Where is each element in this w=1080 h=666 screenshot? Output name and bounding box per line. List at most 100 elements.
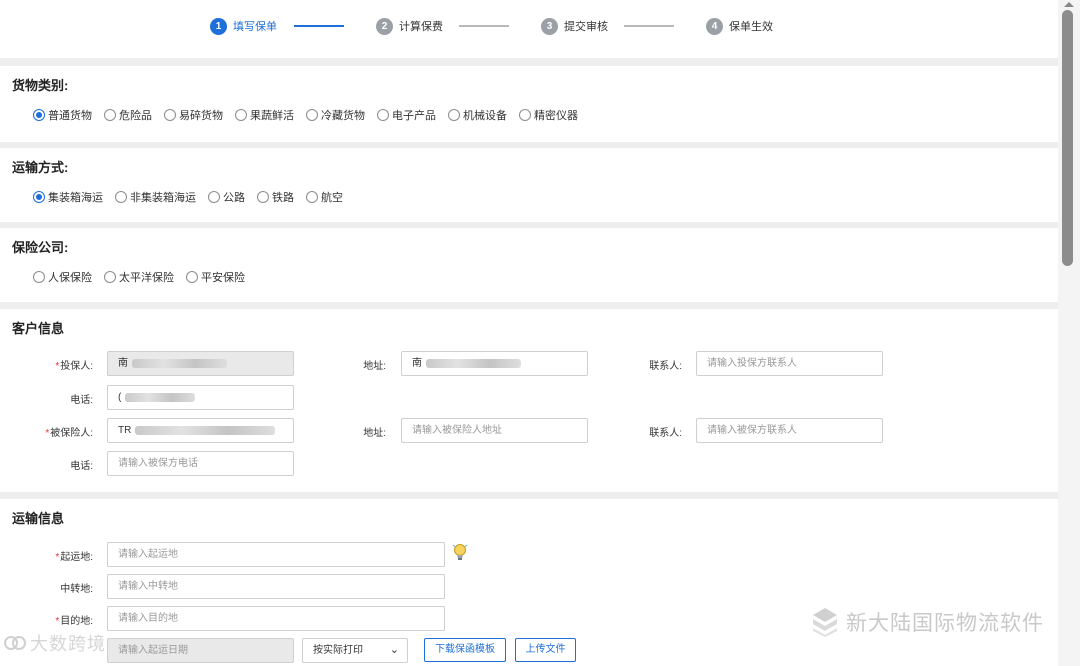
step-policy-effective[interactable]: 4 保单生效 [706, 17, 773, 35]
lightbulb-icon[interactable] [452, 543, 468, 563]
radio-rail[interactable]: 铁路 [257, 189, 294, 205]
policyholder-phone-label: 电话: [70, 395, 93, 406]
radio-precision-instruments[interactable]: 精密仪器 [519, 107, 578, 123]
step-label: 保单生效 [729, 21, 773, 33]
policyholder-field[interactable]: 南 [107, 351, 294, 376]
radio-general-cargo[interactable]: 普通货物 [33, 107, 92, 123]
step-connector [624, 25, 674, 27]
insured-phone-field[interactable]: 请输入被保方电话 [107, 451, 294, 476]
radio-picc[interactable]: 人保保险 [33, 269, 92, 285]
step-fill-policy[interactable]: 1 填写保单 [210, 17, 277, 35]
policyholder-contact-field[interactable]: 请输入投保方联系人 [696, 351, 883, 376]
section-title: 保险公司: [12, 240, 69, 255]
radio-label: 冷藏货物 [321, 110, 365, 122]
watermark-text: 大数跨境 [30, 634, 106, 654]
insured-field[interactable]: TR [107, 418, 294, 443]
page: 1 填写保单 2 计算保费 3 提交审核 4 保单生效 货物类别: 普通货物 危… [0, 0, 1058, 666]
watermark-text: 新大陆国际物流软件 [846, 612, 1044, 635]
redacted-text [135, 425, 276, 435]
download-template-button[interactable]: 下载保函模板 [424, 638, 506, 662]
scroll-up-arrow-icon[interactable] [1064, 2, 1074, 7]
radio-label: 人保保险 [48, 272, 92, 284]
radio-label: 机械设备 [463, 110, 507, 122]
transit-field[interactable]: 请输入中转地 [107, 574, 445, 599]
radio-dot [448, 109, 460, 121]
scrollbar-thumb[interactable] [1062, 10, 1073, 266]
watermark-source: 大数跨境 [4, 630, 106, 656]
policyholder-address-field[interactable]: 南 [401, 351, 588, 376]
step-number: 4 [706, 17, 723, 35]
radio-dot [519, 109, 531, 121]
redacted-text [132, 358, 227, 368]
radio-dot [33, 109, 45, 121]
radio-label: 普通货物 [48, 110, 92, 122]
policyholder-phone-field[interactable]: ( [107, 385, 294, 410]
insured-phone-label: 电话: [70, 461, 93, 472]
transit-label: 中转地: [60, 584, 93, 595]
step-connector [459, 25, 509, 27]
radio-dot [235, 109, 247, 121]
radio-electronics[interactable]: 电子产品 [377, 107, 436, 123]
radio-fresh-produce[interactable]: 果蔬鲜活 [235, 107, 294, 123]
radio-dot [164, 109, 176, 121]
transport-mode-section: 运输方式: 集装箱海运 非集装箱海运 公路 铁路 航空 [0, 148, 1058, 222]
section-title: 运输方式: [12, 160, 69, 175]
step-number: 2 [376, 17, 393, 35]
radio-label: 铁路 [272, 192, 294, 204]
radio-label: 公路 [223, 192, 245, 204]
radio-refrigerated[interactable]: 冷藏货物 [306, 107, 365, 123]
radio-dot [186, 271, 198, 283]
section-title: 客户信息 [12, 321, 65, 336]
customer-info-section: 客户信息 *投保人: 南 地址: 南 联系人: 请输入投保方联系人 电话: ( … [0, 309, 1058, 492]
radio-air[interactable]: 航空 [306, 189, 343, 205]
step-label: 提交审核 [564, 21, 608, 33]
insured-contact-label: 联系人: [649, 428, 682, 439]
step-calc-premium[interactable]: 2 计算保费 [376, 17, 443, 35]
policyholder-address-label: 地址: [363, 361, 386, 372]
radio-dot [306, 109, 318, 121]
radio-cpic[interactable]: 太平洋保险 [104, 269, 174, 285]
radio-road[interactable]: 公路 [208, 189, 245, 205]
insured-contact-field[interactable]: 请输入被保方联系人 [696, 418, 883, 443]
cargo-radio-group: 普通货物 危险品 易碎货物 果蔬鲜活 冷藏货物 电子产品 机械设备 精密仪器 [33, 107, 590, 123]
radio-non-container-sea[interactable]: 非集装箱海运 [115, 189, 196, 205]
destination-label: *目的地: [55, 616, 93, 627]
origin-label: *起运地: [55, 552, 93, 563]
redacted-text [125, 392, 196, 402]
radio-label: 太平洋保险 [119, 272, 174, 284]
section-title: 货物类别: [12, 78, 69, 93]
print-mode-select[interactable]: 按实际打印 ⌄ [302, 638, 408, 663]
upload-file-button[interactable]: 上传文件 [515, 638, 576, 662]
policyholder-contact-label: 联系人: [649, 361, 682, 372]
radio-dangerous-goods[interactable]: 危险品 [104, 107, 152, 123]
watermark-brand: 新大陆国际物流软件 [812, 607, 1044, 637]
radio-dot [115, 191, 127, 203]
radio-pingan[interactable]: 平安保险 [186, 269, 245, 285]
radio-label: 电子产品 [392, 110, 436, 122]
radio-label: 集装箱海运 [48, 192, 103, 204]
radio-dot [377, 109, 389, 121]
origin-field[interactable]: 请输入起运地 [107, 542, 445, 567]
policyholder-label: *投保人: [55, 361, 93, 372]
destination-field[interactable]: 请输入目的地 [107, 606, 445, 631]
radio-dot [104, 271, 116, 283]
insured-address-field[interactable]: 请输入被保险人地址 [401, 418, 588, 443]
vertical-scrollbar[interactable] [1058, 0, 1080, 666]
radio-dot [33, 271, 45, 283]
cargo-category-section: 货物类别: 普通货物 危险品 易碎货物 果蔬鲜活 冷藏货物 电子产品 机械设备 … [0, 66, 1058, 142]
step-submit-review[interactable]: 3 提交审核 [541, 17, 608, 35]
step-label: 计算保费 [399, 21, 443, 33]
radio-fragile-goods[interactable]: 易碎货物 [164, 107, 223, 123]
radio-label: 易碎货物 [179, 110, 223, 122]
source-logo-icon [4, 636, 26, 650]
chevron-down-icon: ⌄ [389, 644, 399, 656]
radio-dot [257, 191, 269, 203]
radio-machinery[interactable]: 机械设备 [448, 107, 507, 123]
radio-dot [104, 109, 116, 121]
brand-logo-icon [813, 608, 837, 637]
radio-dot [33, 191, 45, 203]
radio-label: 精密仪器 [534, 110, 578, 122]
radio-dot [306, 191, 318, 203]
departure-date-field[interactable]: 请输入起运日期 [107, 638, 294, 663]
radio-container-sea[interactable]: 集装箱海运 [33, 189, 103, 205]
